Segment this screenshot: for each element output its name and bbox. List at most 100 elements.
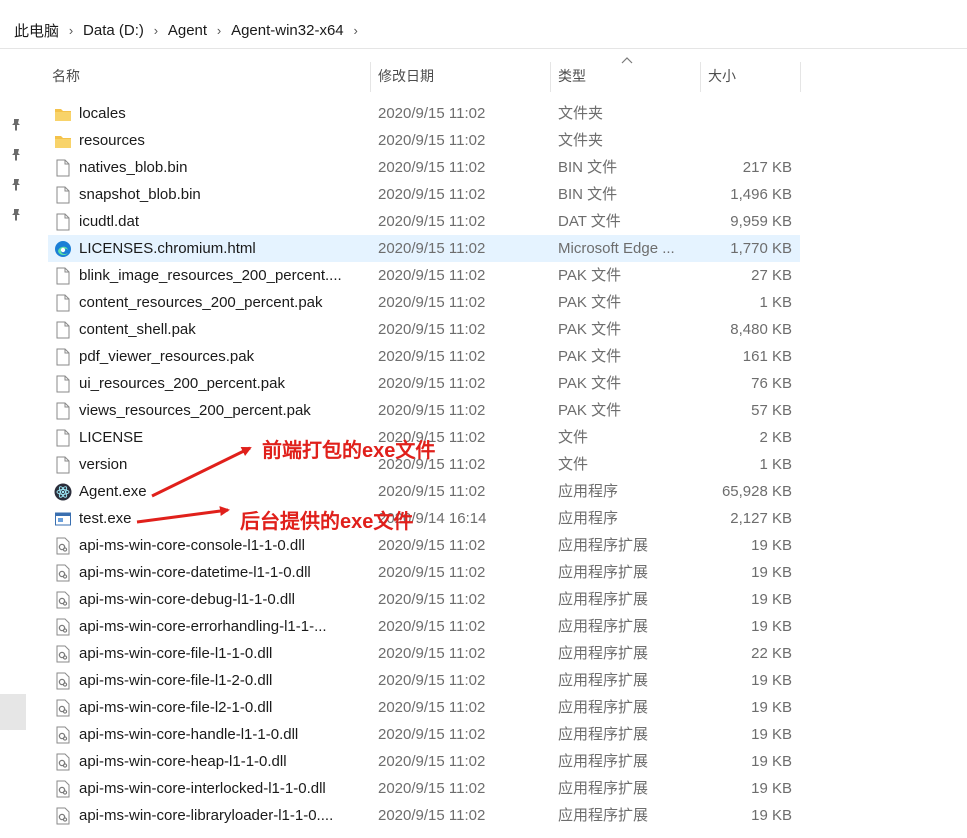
file-row[interactable]: api-ms-win-core-file-l2-1-0.dll 2020/9/15… (48, 694, 800, 721)
file-name: locales (79, 105, 126, 122)
file-row[interactable]: api-ms-win-core-errorhandling-l1-1-... 20… (48, 613, 800, 640)
column-header-name[interactable]: 名称 (52, 60, 80, 92)
annotation-frontend-label: 前端打包的exe文件 (262, 440, 436, 462)
file-date: 2020/9/15 11:02 (378, 483, 486, 500)
file-name: api-ms-win-core-datetime-l1-1-0.dll (79, 564, 311, 581)
file-type: PAK 文件 (558, 375, 622, 392)
chevron-right-icon[interactable]: › (207, 23, 231, 38)
file-row[interactable]: content_resources_200_percent.pak 2020/9/… (48, 289, 800, 316)
file-type: 文件 (558, 429, 589, 446)
file-type: PAK 文件 (558, 348, 622, 365)
file-size: 76 KB (751, 375, 792, 392)
file-date: 2020/9/15 11:02 (378, 375, 486, 392)
file-name: api-ms-win-core-heap-l1-1-0.dll (79, 753, 287, 770)
file-type: 应用程序扩展 (558, 618, 649, 635)
file-size: 19 KB (751, 672, 792, 689)
column-divider[interactable] (700, 62, 701, 92)
file-row[interactable]: resources 2020/9/15 11:02 文件夹 (48, 127, 800, 154)
file-date: 2020/9/15 11:02 (378, 618, 486, 635)
file-row[interactable]: api-ms-win-core-libraryloader-l1-1-0....… (48, 802, 800, 829)
file-type: 应用程序扩展 (558, 699, 649, 716)
file-name: api-ms-win-core-errorhandling-l1-1-... (79, 618, 327, 635)
breadcrumb-item-data-drive[interactable]: Data (D:) (83, 22, 144, 39)
column-header-type[interactable]: 类型 (558, 60, 586, 92)
file-row[interactable]: ui_resources_200_percent.pak 2020/9/15 11… (48, 370, 800, 397)
nav-selected-item[interactable] (0, 694, 26, 730)
file-type: 文件 (558, 456, 589, 473)
file-type: 文件夹 (558, 105, 604, 122)
file-size: 22 KB (751, 645, 792, 662)
file-date: 2020/9/15 11:02 (378, 294, 486, 311)
file-date: 2020/9/15 11:02 (378, 726, 486, 743)
column-divider[interactable] (800, 62, 801, 92)
app-window-icon (55, 512, 71, 526)
chevron-right-icon[interactable]: › (344, 23, 368, 38)
file-row[interactable]: test.exe 2020/9/14 16:14 应用程序 2,127 KB (48, 505, 800, 532)
file-size: 57 KB (751, 402, 792, 419)
file-type: 应用程序扩展 (558, 807, 649, 824)
file-type: 应用程序扩展 (558, 753, 649, 770)
file-type: PAK 文件 (558, 402, 622, 419)
pin-icon[interactable] (9, 208, 23, 222)
file-row[interactable]: content_shell.pak 2020/9/15 11:02 PAK 文件 8,… (48, 316, 800, 343)
file-size: 217 KB (742, 159, 792, 176)
file-date: 2020/9/15 11:02 (378, 240, 486, 257)
pin-icon[interactable] (9, 118, 23, 132)
file-date: 2020/9/15 11:02 (378, 348, 486, 365)
file-type: PAK 文件 (558, 267, 622, 284)
file-row[interactable]: api-ms-win-core-file-l1-2-0.dll 2020/9/15… (48, 667, 800, 694)
file-row[interactable]: api-ms-win-core-debug-l1-1-0.dll 2020/9/1… (48, 586, 800, 613)
annotation-backend-label: 后台提供的exe文件 (240, 511, 414, 533)
file-name: Agent.exe (79, 483, 147, 500)
file-row[interactable]: api-ms-win-core-interlocked-l1-1-0.dll 20… (48, 775, 800, 802)
file-size: 19 KB (751, 807, 792, 824)
file-row[interactable]: views_resources_200_percent.pak 2020/9/15… (48, 397, 800, 424)
chevron-right-icon[interactable]: › (144, 23, 168, 38)
dll-icon (56, 753, 70, 771)
file-size: 9,959 KB (730, 213, 792, 230)
file-row[interactable]: pdf_viewer_resources.pak 2020/9/15 11:02 P… (48, 343, 800, 370)
file-size: 1 KB (759, 456, 792, 473)
chevron-right-icon[interactable]: › (59, 23, 83, 38)
file-row[interactable]: api-ms-win-core-file-l1-1-0.dll 2020/9/15… (48, 640, 800, 667)
file-row[interactable]: locales 2020/9/15 11:02 文件夹 (48, 100, 800, 127)
file-row[interactable]: api-ms-win-core-console-l1-1-0.dll 2020/9… (48, 532, 800, 559)
file-row[interactable]: snapshot_blob.bin 2020/9/15 11:02 BIN 文件 1,… (48, 181, 800, 208)
file-size: 19 KB (751, 537, 792, 554)
file-name: content_resources_200_percent.pak (79, 294, 323, 311)
file-type: 应用程序扩展 (558, 726, 649, 743)
file-row[interactable]: api-ms-win-core-heap-l1-1-0.dll 2020/9/15… (48, 748, 800, 775)
pin-icon[interactable] (9, 178, 23, 192)
column-divider[interactable] (370, 62, 371, 92)
breadcrumb-item-agent-win32-x64[interactable]: Agent-win32-x64 (231, 22, 344, 39)
file-size: 19 KB (751, 753, 792, 770)
dll-icon (56, 672, 70, 690)
file-row[interactable]: api-ms-win-core-handle-l1-1-0.dll 2020/9/… (48, 721, 800, 748)
file-row[interactable]: api-ms-win-core-datetime-l1-1-0.dll 2020/… (48, 559, 800, 586)
pin-icon[interactable] (9, 148, 23, 162)
dll-icon (56, 537, 70, 555)
file-row[interactable]: LICENSES.chromium.html 2020/9/15 11:02 Mic… (48, 235, 800, 262)
file-date: 2020/9/15 11:02 (378, 105, 486, 122)
file-icon (56, 159, 70, 177)
file-row[interactable]: natives_blob.bin 2020/9/15 11:02 BIN 文件 217… (48, 154, 800, 181)
breadcrumb-item-this-pc[interactable]: 此电脑 (14, 20, 59, 41)
file-row[interactable]: blink_image_resources_200_percent.... 202… (48, 262, 800, 289)
column-header-size[interactable]: 大小 (708, 60, 736, 92)
column-header-date[interactable]: 修改日期 (378, 60, 434, 92)
file-type: 应用程序扩展 (558, 645, 649, 662)
edge-icon (55, 241, 71, 257)
file-row[interactable]: Agent.exe 2020/9/15 11:02 应用程序 65,928 KB (48, 478, 800, 505)
file-type: DAT 文件 (558, 213, 621, 230)
file-size: 19 KB (751, 780, 792, 797)
column-divider[interactable] (550, 62, 551, 92)
file-size: 65,928 KB (721, 483, 792, 500)
file-type: 文件夹 (558, 132, 604, 149)
dll-icon (56, 726, 70, 744)
file-date: 2020/9/15 11:02 (378, 807, 486, 824)
file-date: 2020/9/15 11:02 (378, 321, 486, 338)
file-name: icudtl.dat (79, 213, 140, 230)
breadcrumb-item-agent[interactable]: Agent (168, 22, 207, 39)
file-row[interactable]: icudtl.dat 2020/9/15 11:02 DAT 文件 9,959 KB (48, 208, 800, 235)
file-icon (56, 429, 70, 447)
